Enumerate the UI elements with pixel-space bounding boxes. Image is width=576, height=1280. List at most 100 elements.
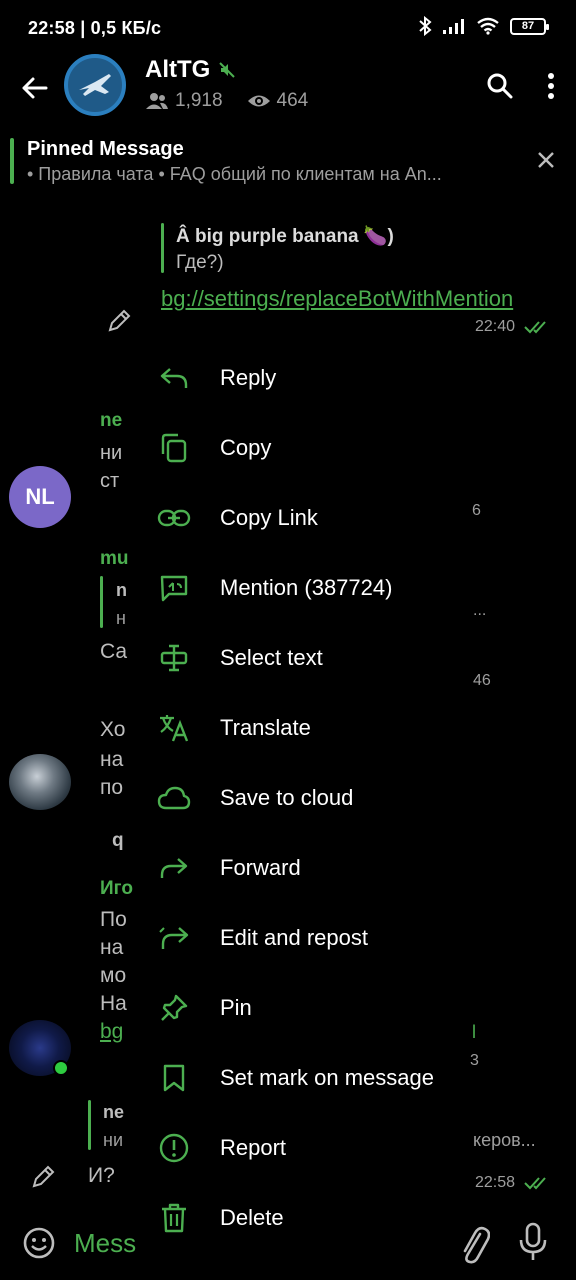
members-count: 1,918 [175, 90, 223, 111]
menu-item-forward[interactable]: Forward [140, 833, 460, 903]
message-text: по [100, 776, 124, 799]
select-text-icon [156, 640, 192, 676]
jet-icon [79, 74, 111, 96]
menu-item-label: Translate [220, 715, 311, 740]
message-mark: l [472, 1022, 476, 1042]
menu-item-select-text[interactable]: Select text [140, 623, 460, 693]
message-time: 22:58 [475, 1174, 516, 1191]
bluetooth-icon [419, 16, 432, 36]
members-icon [146, 93, 168, 109]
reply-text-tail: керов... [473, 1130, 536, 1150]
menu-item-mention[interactable]: Mention (387724) [140, 553, 460, 623]
battery-icon: 87 [510, 17, 549, 35]
menu-item-translate[interactable]: Translate [140, 693, 460, 763]
message-text: q [112, 830, 124, 851]
channel-avatar[interactable] [64, 54, 126, 116]
message-text: На [100, 992, 127, 1015]
menu-item-label: Select text [220, 645, 323, 670]
message-text: ст [100, 470, 120, 492]
search-button[interactable] [480, 66, 520, 106]
sender-name: Иго [100, 878, 133, 899]
emoji-button[interactable] [22, 1226, 58, 1262]
cloud-icon [156, 780, 192, 816]
message-input[interactable]: Mess [74, 1228, 136, 1259]
menu-item-set-mark[interactable]: Set mark on message [140, 1043, 460, 1113]
message-input-bar: Mess [0, 1206, 576, 1280]
back-button[interactable] [14, 68, 54, 108]
message-time: 46 [473, 672, 491, 689]
chat-header: AltTG 1,918 464 [0, 52, 576, 126]
microphone-icon [519, 1222, 547, 1260]
menu-item-edit-and-repost[interactable]: Edit and repost [140, 903, 460, 973]
status-time-speed: 22:58 | 0,5 КБ/с [28, 17, 162, 38]
menu-item-copy-link[interactable]: Copy Link [140, 483, 460, 553]
translate-icon [156, 710, 192, 746]
menu-item-label: Forward [220, 855, 301, 880]
pinned-message[interactable]: Pinned Message • Правила чата • FAQ общи… [0, 130, 576, 190]
status-icons: 87 [418, 16, 549, 36]
pencil-icon [32, 1165, 55, 1188]
mention-icon [156, 570, 192, 606]
message-text: По [100, 908, 127, 931]
edit-message-button[interactable] [30, 1164, 58, 1192]
reply-icon [156, 360, 192, 396]
link-icon [156, 500, 192, 536]
arrow-left-icon [22, 77, 48, 99]
pinned-title: Pinned Message [27, 138, 184, 160]
menu-item-copy[interactable]: Copy [140, 413, 460, 483]
menu-item-label: Copy Link [220, 505, 318, 530]
reply-ellipsis: ... [473, 602, 487, 619]
avatar[interactable]: NL [9, 466, 71, 528]
copy-icon [156, 430, 192, 466]
signal-icon [443, 19, 464, 34]
message-time: 3 [470, 1052, 479, 1069]
close-icon [538, 152, 554, 168]
message-text: мо [100, 964, 127, 987]
edit-repost-icon [156, 920, 192, 956]
bookmark-icon [156, 1060, 192, 1096]
menu-item-label: Reply [220, 365, 277, 390]
pinned-indicator [10, 138, 14, 184]
pinned-close-button[interactable] [534, 148, 558, 172]
eye-icon [247, 95, 270, 107]
quoted-text: Где?) [176, 252, 224, 273]
message-text: на [100, 936, 124, 959]
pencil-icon [108, 309, 131, 332]
menu-item-label: Mention (387724) [220, 575, 393, 600]
message-link[interactable]: bg [100, 1020, 123, 1044]
reply-indicator [88, 1100, 91, 1150]
status-bar: 22:58 | 0,5 КБ/с 87 [0, 0, 576, 56]
online-indicator [53, 1060, 69, 1076]
message-link[interactable]: bg://settings/replaceBotWithMention [161, 286, 513, 312]
menu-item-label: Set mark on message [220, 1065, 434, 1090]
reply-name: n [116, 580, 127, 600]
menu-item-label: Report [220, 1135, 287, 1160]
sender-name: mu [100, 548, 129, 569]
menu-item-reply[interactable]: Reply [140, 343, 460, 413]
message-time: 6 [472, 502, 481, 519]
avatar[interactable] [9, 754, 71, 810]
message-text: Хо [100, 718, 126, 741]
channel-title[interactable]: AltTG [145, 56, 236, 84]
more-button[interactable] [536, 66, 566, 106]
battery-level: 87 [521, 20, 535, 32]
menu-item-save-to-cloud[interactable]: Save to cloud [140, 763, 460, 833]
reply-indicator [100, 576, 103, 628]
voice-button[interactable] [518, 1222, 550, 1264]
reply-indicator [161, 223, 164, 273]
message-context-menu: Reply Copy Copy Link Mention (387724) Se… [140, 343, 460, 1260]
menu-item-label: Copy [220, 435, 272, 460]
pin-icon [156, 990, 192, 1026]
attach-button[interactable] [458, 1224, 494, 1264]
quoted-name: Â big purple banana 🍆) [176, 226, 394, 247]
menu-item-pin[interactable]: Pin [140, 973, 460, 1043]
channel-name: AltTG [145, 56, 211, 83]
menu-item-label: Save to cloud [220, 785, 354, 810]
menu-item-report[interactable]: Report [140, 1113, 460, 1183]
avatar-initials: NL [25, 484, 55, 509]
muted-icon [219, 62, 236, 78]
forward-icon [156, 850, 192, 886]
channel-stats: 1,918 464 [145, 90, 308, 112]
edit-message-button[interactable] [106, 308, 134, 336]
message-text: И? [88, 1164, 115, 1187]
